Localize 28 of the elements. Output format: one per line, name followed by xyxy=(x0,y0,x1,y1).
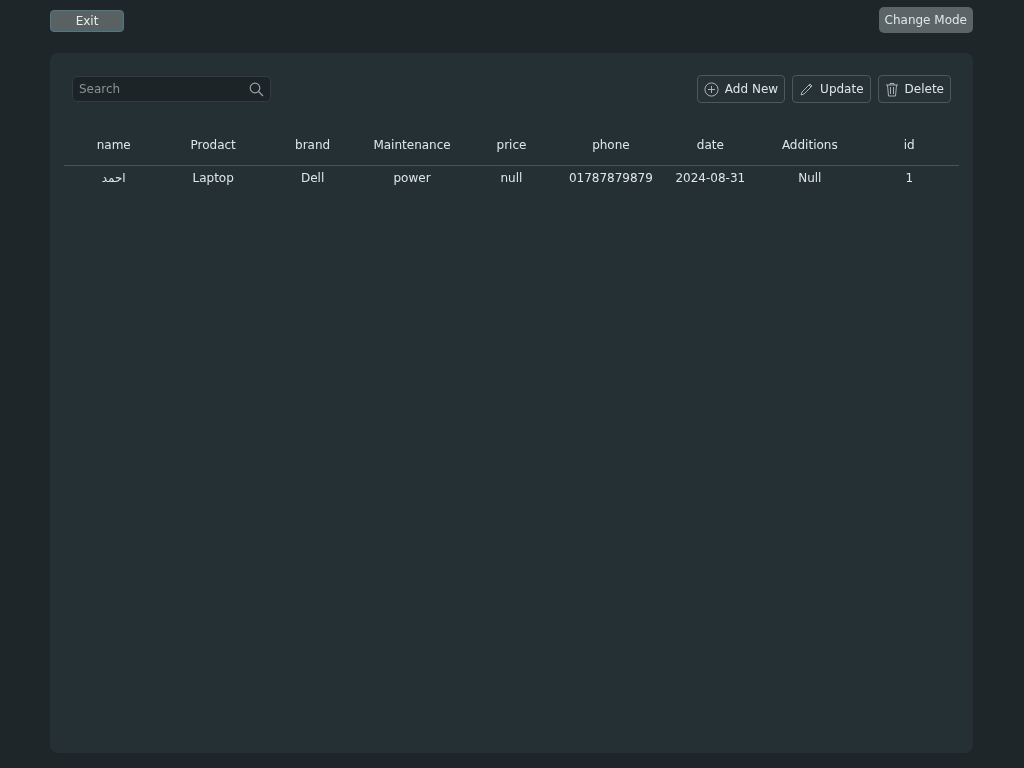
column-header: date xyxy=(660,125,761,166)
column-header: Maintenance xyxy=(362,125,462,166)
column-header: price xyxy=(461,125,562,166)
update-button[interactable]: Update xyxy=(792,75,871,103)
plus-circle-icon xyxy=(703,81,719,97)
pencil-icon xyxy=(799,81,815,97)
column-header: name xyxy=(64,125,164,166)
column-header: Prodact xyxy=(163,125,263,166)
table-cell: Dell xyxy=(262,165,363,190)
table-cell: power xyxy=(362,165,462,190)
column-header: id xyxy=(859,125,959,166)
table-cell: 1 xyxy=(859,165,959,190)
column-header: Additions xyxy=(760,125,860,166)
delete-button[interactable]: Delete xyxy=(877,75,951,103)
change-mode-button[interactable]: Change Mode xyxy=(878,7,973,33)
exit-button[interactable]: Exit xyxy=(50,10,124,32)
table-cell: null xyxy=(461,165,562,190)
table-cell: احمد xyxy=(64,165,164,190)
add-new-button[interactable]: Add New xyxy=(696,75,786,103)
table-cell: Laptop xyxy=(163,165,263,190)
search-icon xyxy=(249,82,264,97)
table-cell: 2024-08-31 xyxy=(660,165,761,190)
table-cell: 01787879879 xyxy=(561,165,661,190)
column-header: brand xyxy=(262,125,363,166)
search-field[interactable]: Search xyxy=(72,76,271,102)
table-cell: Null xyxy=(760,165,860,190)
column-header: phone xyxy=(561,125,661,166)
trash-icon xyxy=(884,81,899,97)
